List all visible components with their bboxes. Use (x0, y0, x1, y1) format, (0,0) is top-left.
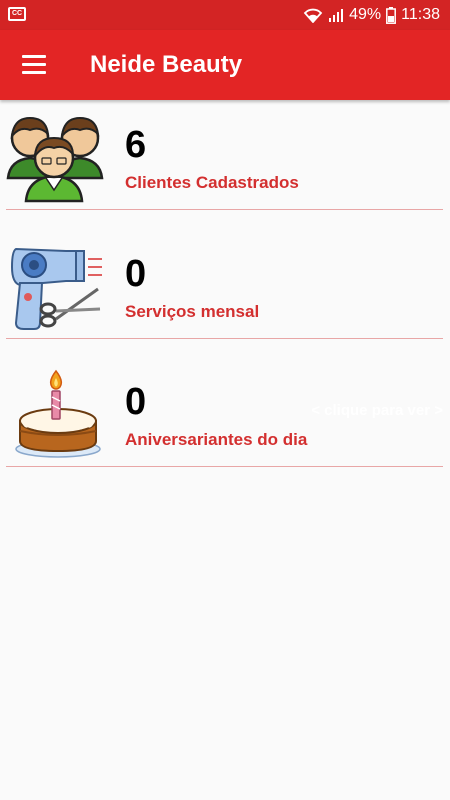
hamburger-menu-icon[interactable] (22, 55, 48, 75)
services-label: Serviços mensal (125, 302, 260, 321)
services-card[interactable]: 0 Serviços mensal (6, 229, 443, 339)
people-group-icon (6, 116, 104, 203)
app-title: Neide Beauty (90, 51, 243, 78)
clock: 11:38 (401, 6, 440, 23)
birthday-cake-icon (15, 369, 101, 458)
battery-icon (386, 6, 397, 24)
birthdays-count: 0 (125, 381, 147, 423)
clients-label: Clientes Cadastrados (125, 173, 299, 192)
app-bar: Neide Beauty (0, 30, 450, 100)
hairdryer-scissors-icon (10, 247, 102, 330)
cc-icon: CC (8, 7, 26, 21)
wifi-icon (303, 8, 323, 23)
status-bar: CC 49% 11:38 (0, 0, 450, 30)
clients-card[interactable]: 6 Clientes Cadastrados (6, 100, 443, 210)
services-count: 0 (125, 253, 147, 295)
birthdays-label: Aniversariantes do dia (125, 430, 308, 449)
signal-icon (329, 9, 344, 22)
status-icons: 49% 11:38 (303, 5, 440, 25)
clients-count: 6 (125, 124, 147, 166)
view-birthdays-link[interactable]: < clique para ver > (311, 402, 443, 420)
birthdays-card[interactable]: 0 Aniversariantes do dia < clique para v… (6, 357, 443, 467)
battery-percent: 49% (349, 6, 382, 23)
